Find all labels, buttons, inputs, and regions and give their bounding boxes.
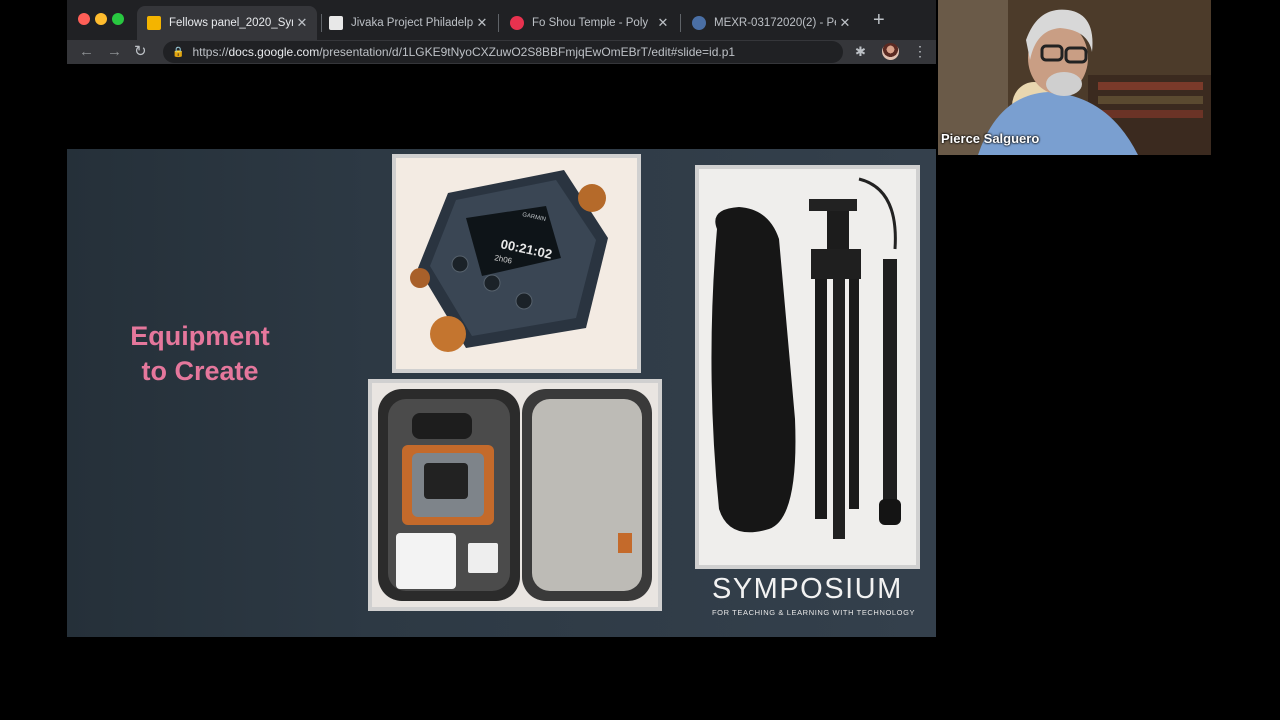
back-icon[interactable]: ←: [79, 42, 94, 62]
slide-title: Equipment to Create: [115, 319, 285, 389]
tab-title: Fo Shou Temple - Poly: [532, 17, 649, 29]
menu-icon[interactable]: ⋮: [913, 43, 927, 60]
tab-bar: Fellows panel_2020_Symp ✕ Jivaka Project…: [67, 0, 936, 40]
browser-toolbar: ← → ↻ 🔒 https://docs.google.com/presenta…: [67, 40, 936, 64]
tab-title: MEXR-03172020(2) - Per: [714, 17, 836, 29]
lock-icon: 🔒: [172, 46, 185, 58]
tab-mexr[interactable]: MEXR-03172020(2) - Per ✕: [682, 6, 860, 40]
close-icon[interactable]: ✕: [654, 15, 672, 31]
tripod-photo: [695, 165, 920, 569]
url-path: /presentation/d/1LGKE9tNyoCXZuwO2S8BBFmj…: [319, 45, 736, 59]
page-favicon-icon: [329, 16, 343, 30]
logo-sub-text: FOR TEACHING & LEARNING WITH TECHNOLOGY: [712, 608, 916, 617]
reload-icon[interactable]: ↻: [134, 42, 147, 62]
slide-title-line-1: Equipment: [130, 321, 270, 351]
close-icon[interactable]: ✕: [836, 15, 854, 31]
close-window-button[interactable]: [78, 13, 90, 25]
tab-jivaka[interactable]: Jivaka Project Philadelphi ✕: [319, 6, 497, 40]
tab-fo-shou[interactable]: Fo Shou Temple - Poly ✕: [500, 6, 678, 40]
presentation-slide: Equipment to Create 00:21:02 2h06 GARMIN: [67, 149, 936, 637]
poly-favicon-icon: [510, 16, 524, 30]
page-favicon-icon: [692, 16, 706, 30]
participant-name: Pierce Salguero: [941, 131, 1040, 146]
participant-video-tile[interactable]: Pierce Salguero: [938, 0, 1211, 155]
camera-case-photo: [368, 379, 662, 611]
camera-photo: 00:21:02 2h06 GARMIN: [392, 154, 641, 373]
tripod-illustration: [711, 177, 901, 539]
tab-title: Fellows panel_2020_Symp: [169, 17, 293, 29]
logo-main-text: SYMPOSIUM: [712, 573, 903, 605]
case-illustration: [378, 389, 652, 601]
google-slides-icon: [147, 16, 161, 30]
tab-title: Jivaka Project Philadelphi: [351, 17, 473, 29]
symposium-logo: SYMPOSIUM FOR TEACHING & LEARNING WITH T…: [712, 573, 917, 617]
url-host: docs.google.com: [228, 45, 320, 59]
forward-icon[interactable]: →: [107, 42, 122, 62]
tab-slides[interactable]: Fellows panel_2020_Symp ✕: [137, 6, 317, 40]
profile-avatar[interactable]: [882, 43, 899, 60]
url-scheme: https://: [192, 45, 229, 59]
close-icon[interactable]: ✕: [293, 15, 311, 31]
address-bar[interactable]: 🔒 https://docs.google.com/presentation/d…: [163, 41, 843, 63]
camera-illustration: 00:21:02 2h06 GARMIN: [410, 170, 608, 352]
browser-window: Fellows panel_2020_Symp ✕ Jivaka Project…: [67, 0, 936, 720]
minimize-window-button[interactable]: [95, 13, 107, 25]
close-icon[interactable]: ✕: [473, 15, 491, 31]
url-text[interactable]: https://docs.google.com/presentation/d/1…: [192, 45, 735, 59]
slide-title-line-2: to Create: [141, 356, 259, 386]
new-tab-button[interactable]: +: [873, 10, 885, 30]
zoom-window-button[interactable]: [112, 13, 124, 25]
extensions-icon[interactable]: ✱: [855, 44, 866, 60]
